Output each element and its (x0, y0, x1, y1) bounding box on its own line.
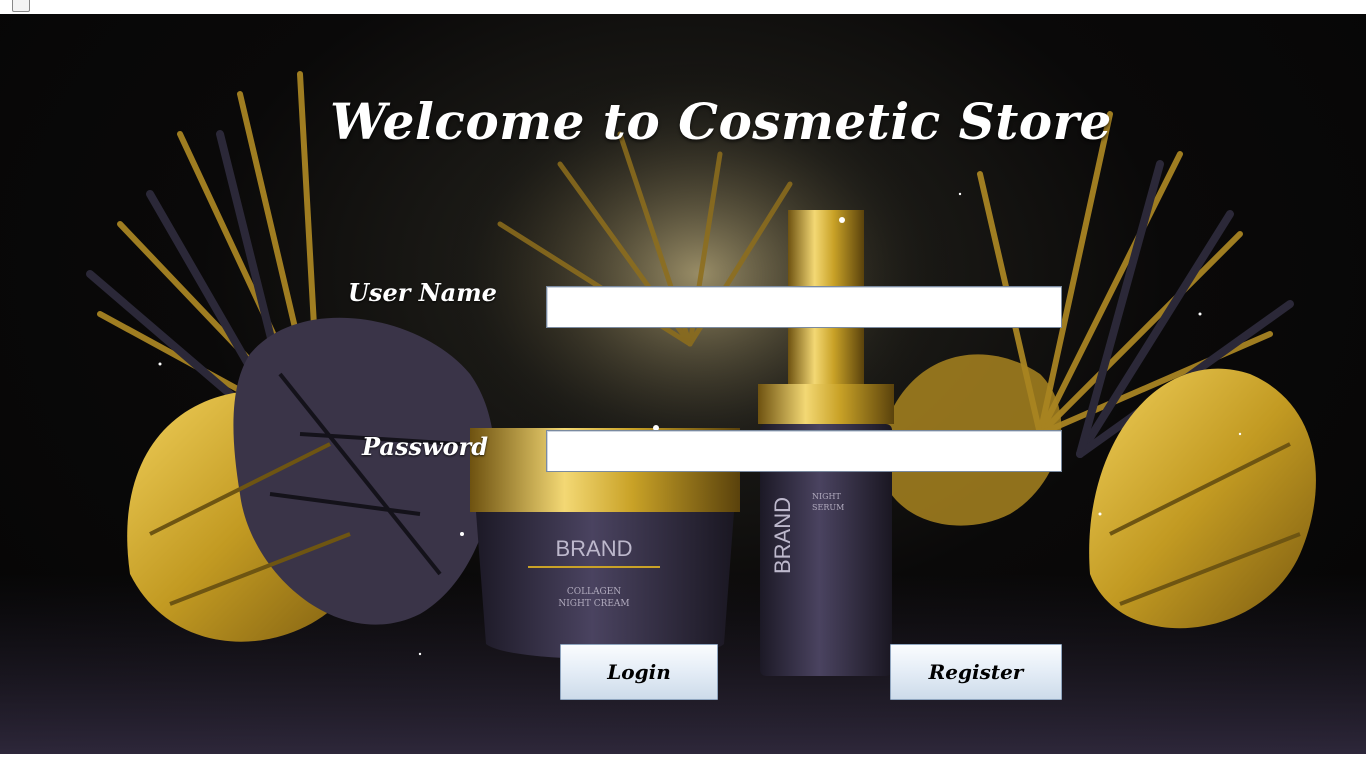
password-field[interactable] (546, 430, 1062, 472)
bottle-line2-text: SERUM (812, 503, 844, 512)
password-label: Password (362, 432, 489, 461)
register-button[interactable]: Register (890, 644, 1062, 700)
window-menu-icon[interactable] (12, 0, 30, 12)
login-button[interactable]: Login (560, 644, 718, 700)
bottle-brand-text: BRAND (770, 497, 795, 574)
window-top-bar (0, 0, 1366, 14)
window-bottom-bar (0, 754, 1366, 768)
username-input[interactable] (547, 287, 1061, 327)
password-input[interactable] (547, 431, 1061, 471)
jar-brand-text: BRAND (555, 536, 632, 561)
jar-line1-text: COLLAGEN (567, 587, 621, 597)
jar-line2-text: NIGHT CREAM (558, 599, 629, 609)
bottle-line1-text: NIGHT (812, 492, 842, 501)
login-panel: BRAND COLLAGEN NIGHT CREAM BRAND NIGHT S… (0, 14, 1366, 754)
username-field[interactable] (546, 286, 1062, 328)
username-label: User Name (348, 278, 497, 307)
page-title: Welcome to Cosmetic Store (330, 92, 1112, 151)
